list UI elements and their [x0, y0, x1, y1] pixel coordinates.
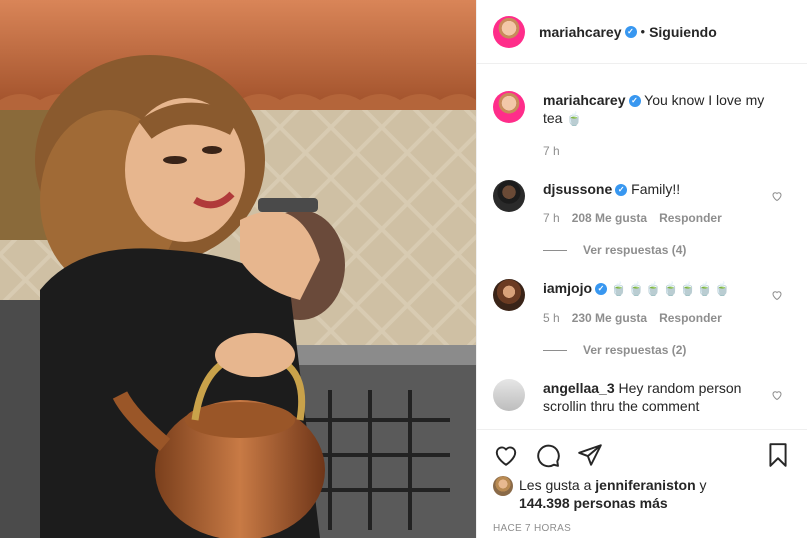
replies-divider	[543, 249, 567, 251]
caption-avatar[interactable]	[493, 91, 525, 123]
reply-button[interactable]: Responder	[659, 211, 722, 225]
verified-badge-icon: ✓	[624, 25, 637, 38]
caption-time[interactable]: 7 h	[543, 144, 560, 158]
liker-username[interactable]: jenniferaniston	[595, 477, 695, 493]
author-username[interactable]: mariahcarey	[539, 24, 622, 40]
comments-list[interactable]: mariahcarey ✓ You know I love my tea 🍵 7 …	[477, 65, 807, 428]
commenter-avatar[interactable]	[493, 379, 525, 411]
post-image	[0, 0, 476, 538]
liker-avatar[interactable]	[493, 476, 513, 496]
post-photo[interactable]	[0, 0, 476, 538]
view-replies-button[interactable]: Ver respuestas (4)	[543, 243, 791, 257]
tea-emoji: 🍵	[566, 111, 584, 126]
comment-text: Family!!	[631, 181, 681, 197]
share-icon[interactable]	[577, 442, 603, 468]
comment-time[interactable]: 5 h	[543, 311, 560, 325]
commenter-avatar[interactable]	[493, 180, 525, 212]
view-replies-button[interactable]: Ver respuestas (2)	[543, 343, 791, 357]
comment-like-heart-icon[interactable]	[771, 389, 783, 401]
reply-button[interactable]: Responder	[659, 311, 722, 325]
comment-item: djsussone ✓ Family!! 7 h 208 Me gusta Res…	[493, 180, 791, 225]
post-side-panel: mariahcarey ✓ • Siguiendo mariahcarey ✓ Y…	[476, 0, 807, 538]
caption: mariahcarey ✓ You know I love my tea 🍵 7 …	[493, 91, 791, 158]
following-button[interactable]: Siguiendo	[649, 24, 717, 40]
comment-like-heart-icon[interactable]	[771, 190, 783, 202]
commenter-username[interactable]: angellaa_3	[543, 380, 615, 396]
author-avatar[interactable]	[493, 15, 525, 48]
view-replies-label: Ver respuestas (4)	[583, 243, 687, 257]
comment-like-heart-icon[interactable]	[771, 289, 783, 301]
likes-count[interactable]: 144.398 personas más	[519, 495, 668, 511]
verified-badge-icon: ✓	[595, 283, 608, 296]
post-actions: Les gusta a jenniferaniston y 144.398 pe…	[477, 429, 807, 534]
likes-prefix: Les gusta a	[519, 477, 592, 493]
verified-badge-icon: ✓	[628, 95, 641, 108]
commenter-username[interactable]: iamjojo	[543, 280, 592, 296]
post-header: mariahcarey ✓ • Siguiendo	[477, 0, 807, 64]
comment-text: 🍵🍵🍵🍵🍵🍵🍵	[610, 281, 732, 296]
view-replies-label: Ver respuestas (2)	[583, 343, 687, 357]
post-timestamp[interactable]: HACE 7 HORAS	[493, 523, 791, 534]
separator-dot: •	[640, 24, 646, 39]
comment-time[interactable]: 7 h	[543, 211, 560, 225]
commenter-avatar[interactable]	[493, 279, 525, 311]
commenter-username[interactable]: djsussone	[543, 181, 612, 197]
comment-icon[interactable]	[535, 442, 561, 468]
heart-icon[interactable]	[493, 442, 519, 468]
replies-divider	[543, 349, 567, 351]
comment-item: iamjojo ✓ 🍵🍵🍵🍵🍵🍵🍵 5 h 230 Me gusta Respon…	[493, 279, 791, 325]
likes-summary: Les gusta a jenniferaniston y 144.398 pe…	[493, 476, 791, 512]
likes-connector: y	[699, 477, 707, 493]
comment-likes[interactable]: 208 Me gusta	[572, 211, 647, 225]
comment-likes[interactable]: 230 Me gusta	[572, 311, 647, 325]
verified-badge-icon: ✓	[615, 184, 628, 197]
caption-username[interactable]: mariahcarey	[543, 92, 626, 108]
action-bar	[493, 440, 791, 470]
bookmark-icon[interactable]	[765, 442, 791, 468]
comment-item: angellaa_3 Hey random person scrollin th…	[493, 379, 791, 415]
